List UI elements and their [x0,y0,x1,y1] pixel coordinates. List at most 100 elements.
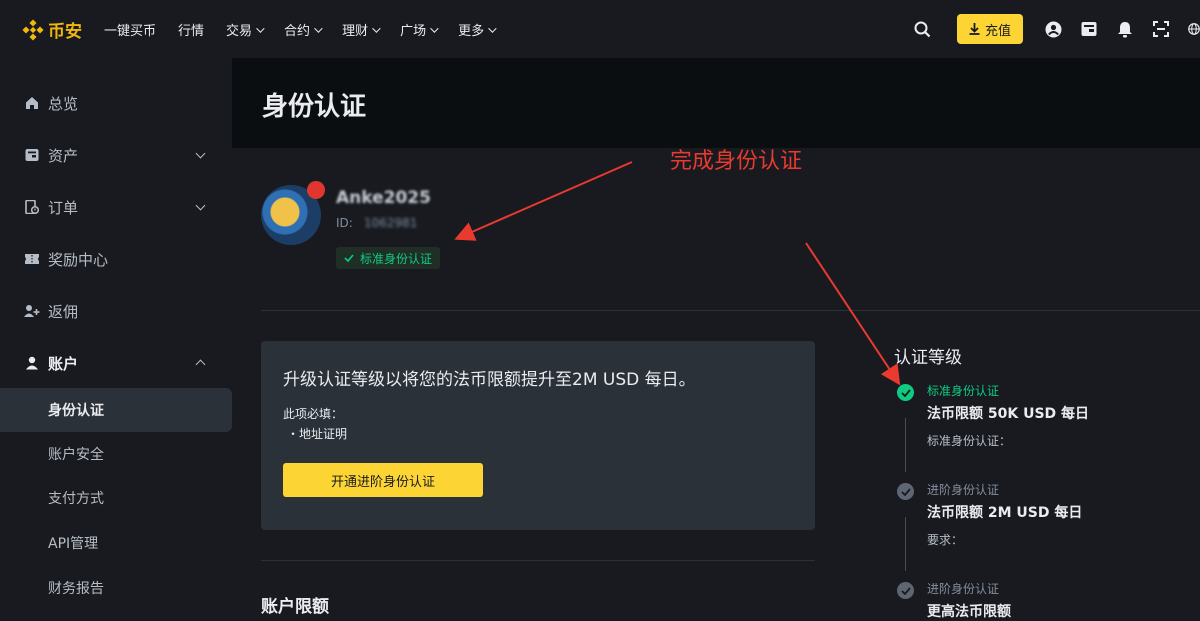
chevron-down-icon [195,148,206,159]
requirement-item: ・地址证明 [287,425,347,442]
sidebar-subitem-label: 财务报告 [48,581,104,597]
level-connector [905,418,906,472]
button-label: 开通进阶身份认证 [330,474,435,490]
deposit-button[interactable]: 充值 [956,14,1023,44]
sidebar-subitem-label: 账户安全 [48,447,104,463]
start-advanced-verification-button[interactable]: 开通进阶身份认证 [283,463,483,497]
verification-status-label: 标准身份认证 [360,251,433,266]
upgrade-card-title: 升级认证等级以将您的法币限额提升至2M USD 每日。 [283,370,696,390]
sidebar-subitem-account-security[interactable]: 账户安全 [0,432,232,476]
chevron-down-icon [488,23,497,33]
sidebar-subitem-financial-report[interactable]: 财务报告 [0,566,232,610]
sidebar-item-assets[interactable]: 资产 [0,133,232,177]
nav-item-more[interactable]: 更多 [458,20,497,39]
requirement-item-label: 地址证明 [299,427,348,441]
orders-icon [24,199,40,215]
nav-item-label: 一键买币 [104,24,157,39]
nav-item-square[interactable]: 广场 [400,20,439,39]
logo[interactable]: 币安 [22,17,82,42]
sidebar-subitem-identity-verification[interactable]: 身份认证 [0,388,232,432]
search-icon[interactable] [914,20,932,38]
sidebar-subitem-label: 支付方式 [48,491,104,507]
level-limit: 法币限额 2M USD 每日 [927,505,1083,521]
check-circle-icon [897,384,914,401]
chevron-down-icon [430,23,439,33]
ticket-icon [24,251,40,267]
account-limits-title: 账户限额 [261,597,329,617]
nav-item-label: 理财 [342,24,369,39]
wallet-icon[interactable] [1080,20,1098,38]
sidebar-item-label: 资产 [48,146,79,165]
main-menu: 一键买币 行情 交易 合约 理财 广场 更多 [104,20,516,39]
level-detail: 要求： [927,533,964,547]
referral-icon [24,303,40,319]
sidebar-item-rewards[interactable]: 奖励中心 [0,237,232,281]
divider [261,560,815,561]
top-nav: 币安 一键买币 行情 交易 合约 理财 广场 更多 充值 [0,0,1200,58]
chevron-up-icon [195,359,206,370]
logo-text: 币安 [48,22,82,42]
nav-actions: 充值 [905,14,1200,44]
nav-item-label: 交易 [226,24,253,39]
level-name: 进阶身份认证 [927,483,1000,497]
level-detail: 标准身份认证： [927,434,1012,448]
download-icon [969,23,980,35]
nav-item-trade[interactable]: 交易 [226,20,265,39]
level-name: 标准身份认证 [927,384,1000,398]
sidebar-subitem-label: API管理 [48,536,99,552]
sidebar-item-label: 订单 [48,198,79,217]
nav-item-earn[interactable]: 理财 [342,20,381,39]
annotation-text: 完成身份认证 [670,149,803,174]
deposit-label: 充值 [984,23,1011,39]
level-name: 进阶身份认证 [927,582,1000,596]
page-title: 身份认证 [262,92,367,122]
user-icon[interactable] [1044,20,1062,38]
main-content: 身份认证 Anke2025 ID: 1062981 标准身份认证 升级认证等级以… [232,58,1200,620]
nav-item-label: 合约 [284,24,311,39]
binance-logo-icon [22,18,44,41]
sidebar-subitem-api-management[interactable]: API管理 [0,521,232,565]
nav-item-label: 更多 [458,24,485,39]
nav-item-label: 广场 [400,24,427,39]
chevron-down-icon [195,200,206,211]
chevron-down-icon [372,23,381,33]
username: Anke2025 [336,188,431,208]
sidebar-item-label: 返佣 [48,302,79,321]
sidebar-item-account[interactable]: 账户 [0,341,232,385]
divider [261,310,1200,311]
bullet-icon: ・ [287,427,300,441]
sidebar-item-label: 奖励中心 [48,250,109,269]
qr-scan-icon[interactable] [1152,20,1170,38]
sidebar-item-referral[interactable]: 返佣 [0,289,232,333]
sidebar-item-label: 账户 [48,354,79,373]
wallet-icon [24,147,40,163]
chevron-down-icon [256,23,265,33]
check-circle-icon [897,582,914,599]
level-limit: 更高法币限额 [927,604,1011,620]
page-header: 身份认证 [232,58,1200,148]
nav-item-futures[interactable]: 合约 [284,20,323,39]
nav-item-label: 行情 [178,24,205,39]
sidebar-item-label: 总览 [48,94,79,113]
level-limit: 法币限额 50K USD 每日 [927,406,1090,422]
sidebar-subitem-payment-methods[interactable]: 支付方式 [0,476,232,520]
sidebar-item-overview[interactable]: 总览 [0,81,232,125]
globe-icon[interactable] [1188,20,1200,38]
sidebar-item-orders[interactable]: 订单 [0,185,232,229]
avatar-badge-icon [307,181,325,199]
requirements-label: 此项必填： [283,407,344,421]
bell-icon[interactable] [1116,20,1134,38]
nav-item-buy-crypto[interactable]: 一键买币 [104,20,156,39]
user-id-value: 1062981 [364,216,418,230]
nav-item-markets[interactable]: 行情 [178,20,204,39]
user-icon [24,355,40,371]
check-icon [344,254,354,262]
chevron-down-icon [314,23,323,33]
sidebar: 总览 资产 订单 奖励中心 返佣 账户 身份认证 账户安全 支付方式 API管理… [0,58,232,609]
verification-status-badge: 标准身份认证 [336,247,441,269]
level-connector [905,517,906,571]
user-id-label: ID: [336,216,353,230]
home-icon [24,95,40,111]
upgrade-card: 升级认证等级以将您的法币限额提升至2M USD 每日。 此项必填： ・地址证明 … [261,341,815,530]
check-circle-icon [897,483,914,500]
